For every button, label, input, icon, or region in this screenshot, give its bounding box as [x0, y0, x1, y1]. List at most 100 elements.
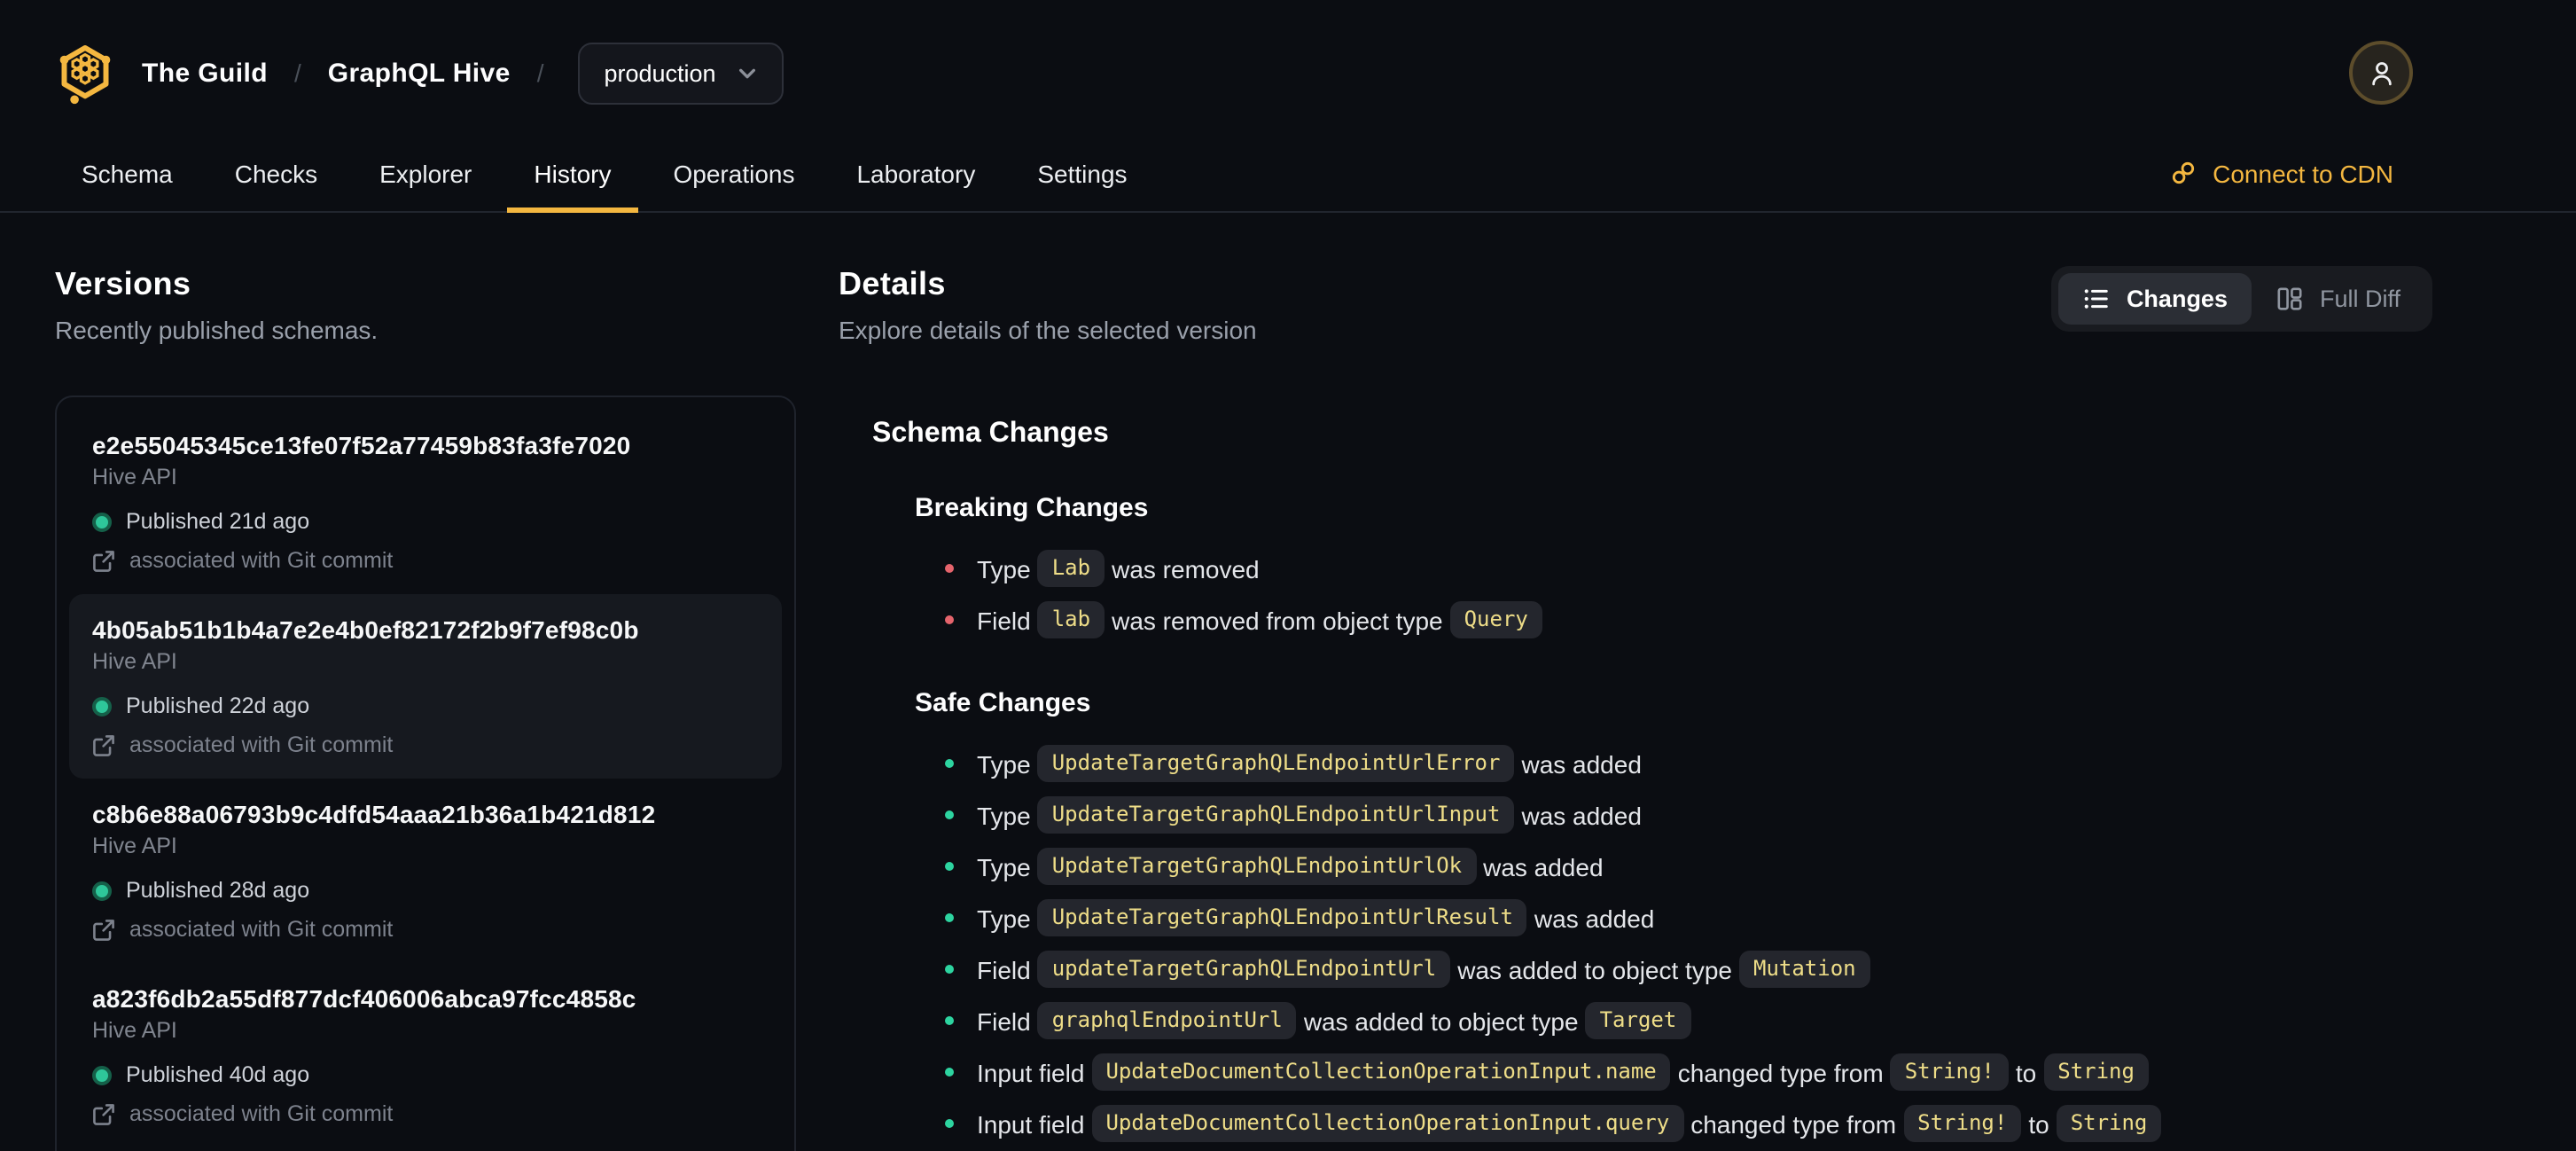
user-avatar-button[interactable] [2349, 41, 2413, 105]
schema-code-chip: UpdateTargetGraphQLEndpointUrlOk [1037, 848, 1477, 885]
tab-operations[interactable]: Operations [647, 135, 822, 211]
breaking-changes-group: Breaking Changes Type Lab was removed Field… [872, 493, 2432, 646]
schema-code-chip: String [2056, 1105, 2162, 1142]
git-commit-link[interactable]: associated with Git commit [92, 1101, 759, 1126]
breadcrumb-org[interactable]: The Guild [142, 58, 268, 88]
version-published-row: Published 21d ago [92, 509, 759, 534]
change-text: to [2015, 1058, 2037, 1086]
breadcrumb-project[interactable]: GraphQL Hive [328, 58, 511, 88]
safe-changes-title: Safe Changes [915, 688, 1091, 718]
version-published-row: Published 40d ago [92, 1062, 759, 1087]
schema-code-chip: graphqlEndpointUrl [1037, 1002, 1297, 1039]
schema-code-chip: UpdateTargetGraphQLEndpointUrlResult [1037, 899, 1527, 936]
version-list-item[interactable]: c8b6e88a06793b9c4dfd54aaa21b36a1b421d812… [69, 779, 782, 963]
split-panels-icon [2278, 287, 2303, 310]
schema-code-chip: lab [1037, 601, 1105, 638]
tab-laboratory[interactable]: Laboratory [830, 135, 1002, 211]
version-list: e2e55045345ce13fe07f52a77459b83fa3fe7020… [55, 395, 796, 1151]
full-diff-view-label: Full Diff [2319, 286, 2400, 312]
breadcrumb-separator: / [293, 59, 301, 87]
version-service-name: Hive API [92, 1018, 177, 1043]
tab-bar-items: Schema Checks Explorer History Operations Lab… [55, 135, 1163, 213]
version-published-row: Published 22d ago [92, 693, 759, 718]
hive-logo-icon[interactable] [55, 41, 115, 105]
git-commit-link[interactable]: associated with Git commit [92, 917, 759, 942]
tab-checks[interactable]: Checks [208, 135, 344, 211]
published-status-dot [92, 512, 112, 531]
external-link-icon [93, 550, 114, 571]
change-text: changed type from [1677, 1058, 1884, 1086]
link-icon [2173, 161, 2195, 184]
change-item: Input field UpdateDocumentCollectionOpera… [945, 1046, 2432, 1098]
tab-history[interactable]: History [507, 135, 637, 213]
breaking-changes-list: Type Lab was removed Field lab was removed fr… [915, 543, 2432, 646]
change-text: was added [1483, 852, 1604, 881]
version-list-item[interactable]: 4b05ab51b1b4a7e2e4b0ef82172f2b9f7ef98c0b… [69, 594, 782, 779]
change-text: was added to object type [1457, 955, 1732, 983]
change-text: was added [1534, 904, 1655, 932]
version-list-item[interactable]: a823f6db2a55df877dcf406006abca97fcc4858c… [69, 963, 782, 1147]
published-status-dot [92, 881, 112, 900]
change-text: Type [977, 801, 1031, 829]
change-item: Type Lab was removed [945, 543, 2432, 594]
schema-code-chip: String [2043, 1053, 2149, 1091]
versions-title: Versions [55, 266, 191, 301]
versions-panel: Versions Recently published schemas. e2e… [55, 266, 796, 1151]
target-selector[interactable]: production [577, 42, 784, 104]
change-bullet [945, 615, 954, 624]
change-text: was added [1521, 801, 1642, 829]
version-published-label: Published 22d ago [126, 693, 310, 718]
change-item: Type UpdateTargetGraphQLEndpointUrlResult… [945, 892, 2432, 944]
connect-to-cdn-label: Connect to CDN [2213, 159, 2393, 187]
change-text: to [2028, 1109, 2049, 1138]
schema-code-chip: UpdateTargetGraphQLEndpointUrlError [1037, 745, 1515, 782]
change-text: was removed [1112, 554, 1260, 583]
published-status-dot [92, 696, 112, 716]
details-title: Details [839, 266, 946, 301]
git-commit-label: associated with Git commit [129, 917, 394, 942]
external-link-icon [93, 734, 114, 756]
git-commit-link[interactable]: associated with Git commit [92, 732, 759, 757]
change-text: Input field [977, 1109, 1085, 1138]
change-item: Field updateTargetGraphQLEndpointUrl was a… [945, 944, 2432, 995]
change-text: Type [977, 852, 1031, 881]
person-icon [2371, 61, 2391, 85]
changes-view-label: Changes [2126, 286, 2228, 312]
version-published-label: Published 40d ago [126, 1062, 310, 1087]
git-commit-label: associated with Git commit [129, 732, 394, 757]
change-bullet [945, 810, 954, 819]
version-published-row: Published 28d ago [92, 878, 759, 903]
version-service-name: Hive API [92, 834, 177, 858]
tab-schema[interactable]: Schema [55, 135, 199, 211]
version-list-item[interactable]: e2e55045345ce13fe07f52a77459b83fa3fe7020… [69, 410, 782, 594]
change-item: Type UpdateTargetGraphQLEndpointUrlError w… [945, 738, 2432, 789]
change-bullet [945, 913, 954, 922]
tab-settings[interactable]: Settings [1011, 135, 1153, 211]
versions-subtitle: Recently published schemas. [55, 316, 379, 344]
change-text: Field [977, 606, 1031, 634]
git-commit-link[interactable]: associated with Git commit [92, 548, 759, 573]
version-hash: 4b05ab51b1b4a7e2e4b0ef82172f2b9f7ef98c0b [92, 615, 639, 644]
change-text: was removed from object type [1112, 606, 1443, 634]
view-mode-toggle: Changes Full Diff [2051, 266, 2432, 332]
top-bar: The Guild / GraphQL Hive / production [0, 0, 2576, 135]
tab-explorer[interactable]: Explorer [353, 135, 498, 211]
connect-to-cdn-link[interactable]: Connect to CDN [2170, 135, 2393, 211]
schema-code-chip: Mutation [1739, 951, 1870, 988]
change-text: Type [977, 554, 1031, 583]
safe-changes-group: Safe Changes Type UpdateTargetGraphQLEndp… [872, 688, 2432, 1149]
changes-view-button[interactable]: Changes [2058, 273, 2252, 325]
change-bullet [945, 759, 954, 768]
change-text: Type [977, 749, 1031, 778]
schema-code-chip: String! [1890, 1053, 2009, 1091]
schema-code-chip: UpdateDocumentCollectionOperationInput.n… [1091, 1053, 1671, 1091]
version-published-label: Published 21d ago [126, 509, 310, 534]
change-text: was added [1521, 749, 1642, 778]
full-diff-view-button[interactable]: Full Diff [2252, 273, 2425, 325]
change-item: Input field UpdateDocumentCollectionOpera… [945, 1098, 2432, 1149]
app-window: The Guild / GraphQL Hive / production Sc… [0, 0, 2576, 1151]
change-text: Input field [977, 1058, 1085, 1086]
main-content: Versions Recently published schemas. e2e… [0, 213, 2576, 1151]
change-bullet [945, 1068, 954, 1077]
change-bullet [945, 965, 954, 974]
